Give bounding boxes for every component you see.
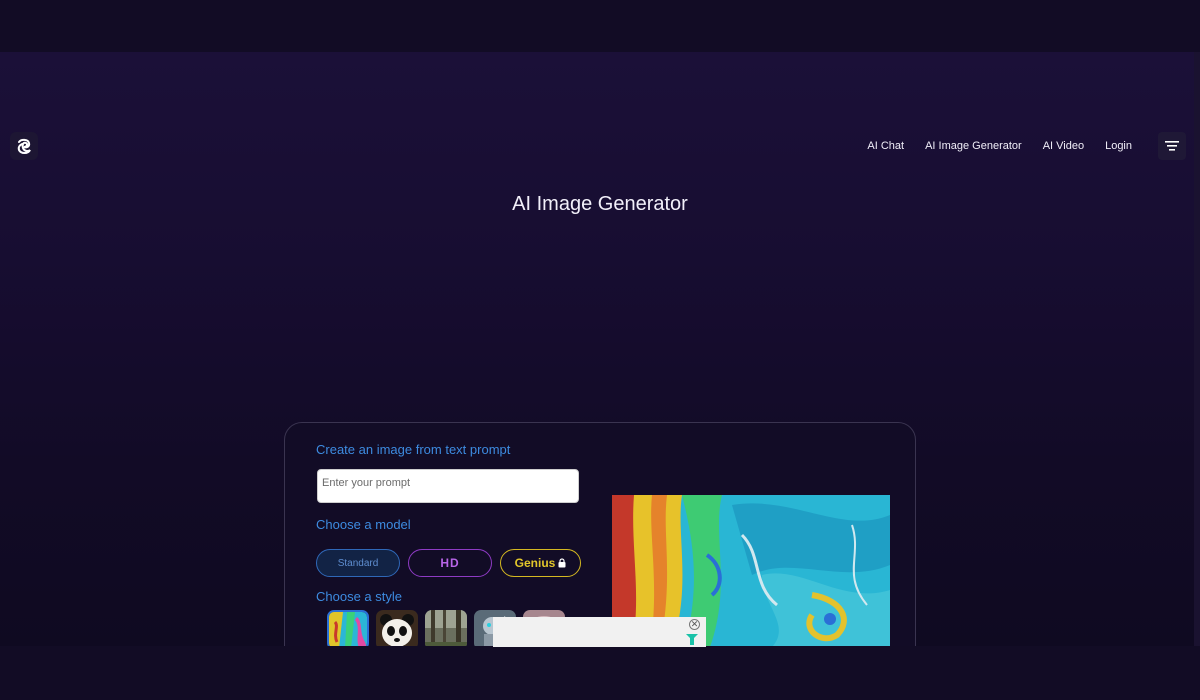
- bottom-band: [0, 646, 1200, 700]
- style-panda[interactable]: [376, 610, 418, 650]
- model-hd-button[interactable]: HD: [408, 549, 492, 577]
- ad-banner[interactable]: ✕: [493, 617, 706, 647]
- nav-ai-video[interactable]: AI Video: [1043, 140, 1084, 152]
- forest-thumb: [425, 610, 467, 650]
- hamburger-menu-icon: [1165, 141, 1179, 151]
- model-hd-label: HD: [440, 556, 460, 570]
- prompt-input[interactable]: [317, 469, 579, 503]
- logo[interactable]: [10, 132, 38, 160]
- nav-ai-chat[interactable]: AI Chat: [867, 140, 904, 152]
- model-genius-label: Genius: [514, 556, 556, 570]
- scrollbar[interactable]: [1194, 52, 1200, 646]
- close-icon[interactable]: ✕: [689, 619, 700, 630]
- style-abstract[interactable]: [327, 610, 369, 650]
- panda-thumb: [376, 610, 418, 650]
- prompt-label: Create an image from text prompt: [316, 442, 511, 457]
- top-nav: AI Chat AI Image Generator AI Video Logi…: [867, 132, 1186, 160]
- abstract-paint-thumb: [329, 612, 367, 648]
- model-label: Choose a model: [316, 517, 411, 532]
- nav-login[interactable]: Login: [1105, 140, 1132, 152]
- style-label: Choose a style: [316, 589, 402, 604]
- style-forest[interactable]: [425, 610, 467, 650]
- nav-ai-image-generator[interactable]: AI Image Generator: [925, 140, 1022, 152]
- ad-choices-icon[interactable]: [685, 633, 699, 645]
- page-title: AI Image Generator: [512, 193, 688, 215]
- lock-icon: [558, 558, 566, 568]
- menu-button[interactable]: [1158, 132, 1186, 160]
- model-genius-button[interactable]: Genius: [500, 549, 581, 577]
- top-band: [0, 0, 1200, 52]
- model-standard-button[interactable]: Standard: [316, 549, 400, 577]
- model-standard-label: Standard: [337, 557, 379, 569]
- swirl-logo-icon: [17, 138, 31, 154]
